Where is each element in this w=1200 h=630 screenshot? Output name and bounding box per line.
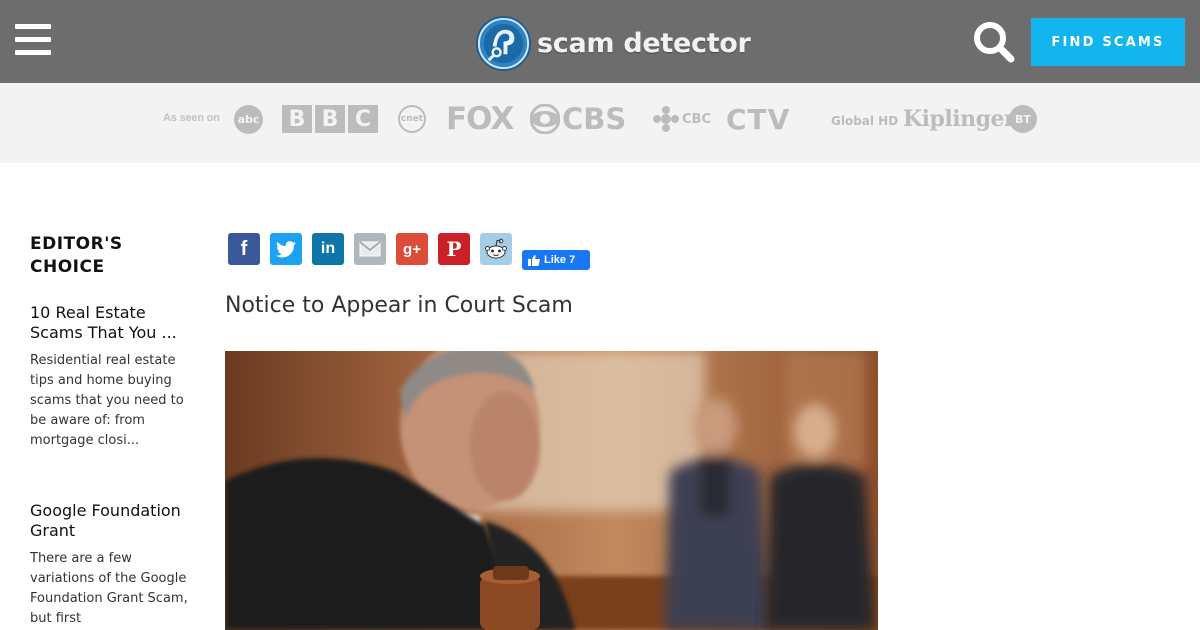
sidebar-article-description: There are a few variations of the Google…	[30, 551, 188, 626]
menu-icon[interactable]	[15, 24, 51, 56]
find-scams-button[interactable]: FIND SCAMS	[1031, 18, 1185, 66]
brand-logo-cnet: cnet	[398, 105, 426, 133]
article-title: Notice to Appear in Court Scam	[225, 293, 573, 318]
brand-logo-bt: BT	[1009, 105, 1037, 133]
google-plus-icon[interactable]: g+	[396, 233, 428, 265]
facebook-icon[interactable]: f	[228, 233, 260, 265]
email-icon[interactable]	[354, 233, 386, 265]
top-navigation-bar: scam detector FIND SCAMS	[0, 0, 1200, 83]
brand-logo-global: Global HD	[831, 114, 899, 128]
brand-logo-abc: abc	[234, 105, 263, 134]
cbs-eye-icon	[530, 104, 560, 134]
share-bar: f in g+ P	[228, 233, 522, 265]
brand-logo-kiplinger: Kiplinger	[903, 106, 1016, 132]
twitter-icon[interactable]	[270, 233, 302, 265]
site-logo[interactable]: scam detector	[475, 14, 751, 72]
cbc-gem-icon	[653, 106, 679, 132]
search-icon[interactable]	[972, 20, 1016, 64]
brand-logo-cbc: CBC	[653, 105, 711, 133]
sidebar-article-title[interactable]: Google Foundation Grant	[30, 501, 200, 541]
judge-with-gavel-image	[225, 351, 878, 630]
brand-logo-bbc: B B C	[282, 105, 378, 133]
sidebar-article-description: Residential real estate tips and home bu…	[30, 353, 184, 448]
editors-choice-heading: EDITOR'S CHOICE	[30, 234, 123, 277]
reddit-icon[interactable]	[480, 233, 512, 265]
article-hero-image	[225, 351, 878, 630]
thumbs-up-icon	[528, 254, 540, 266]
brand-logo-cbs: CBS	[530, 101, 626, 137]
pinterest-icon[interactable]: P	[438, 233, 470, 265]
sidebar-article-title[interactable]: 10 Real Estate Scams That You ...	[30, 303, 200, 343]
linkedin-icon[interactable]: in	[312, 233, 344, 265]
as-seen-on-bar: As seen on abc B B C cnet FOX CBS CBC CT…	[0, 83, 1200, 163]
facebook-like-button[interactable]: Like 7	[522, 250, 590, 270]
brand-logo-fox: FOX	[446, 101, 514, 137]
facebook-like-label: Like 7	[544, 254, 576, 266]
as-seen-on-label: As seen on	[163, 112, 220, 124]
logo-emblem-icon	[475, 15, 532, 71]
brand-logo-ctv: CTV	[726, 102, 791, 136]
logo-text: scam detector	[537, 27, 751, 59]
